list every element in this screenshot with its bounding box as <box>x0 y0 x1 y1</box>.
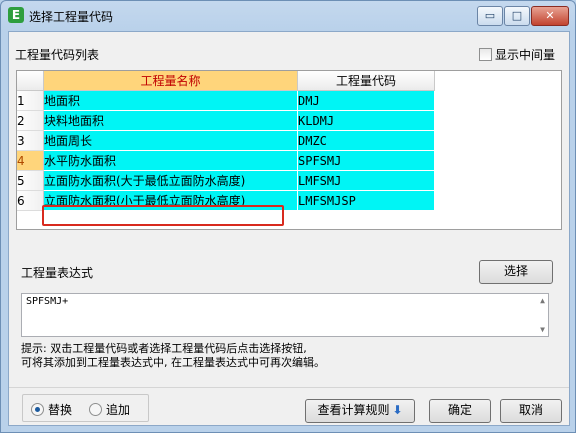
quantity-code-grid[interactable]: 工程量名称 工程量代码 1 地面积 DMJ 2 块料地面积 KLDMJ 3 地面周长 DMZC 4… <box>16 70 562 230</box>
quantity-name-cell[interactable]: 立面防水面积(小于最低立面防水高度) <box>43 190 298 211</box>
cancel-button[interactable]: 取消 <box>500 399 562 423</box>
expression-input[interactable]: SPFSMJ+ ▲ ▼ <box>21 293 549 337</box>
radio-replace[interactable]: 替换 <box>31 401 72 418</box>
app-icon: E <box>8 7 24 23</box>
table-row[interactable]: 3 地面周长 DMZC <box>17 130 435 151</box>
radio-append-label: 追加 <box>106 403 131 417</box>
row-number[interactable]: 5 <box>17 170 44 191</box>
show-intermediate-checkbox[interactable]: 显示中间量 <box>479 46 555 63</box>
window-title: 选择工程量代码 <box>29 10 114 24</box>
table-row[interactable]: 4 水平防水面积 SPFSMJ <box>17 150 435 171</box>
dialog-window: E 选择工程量代码 ▭ □ ✕ 工程量代码列表 显示中间量 工程量名称 工程量代… <box>0 0 576 433</box>
quantity-name-cell[interactable]: 立面防水面积(大于最低立面防水高度) <box>43 170 298 191</box>
hint-line-1: 提示: 双击工程量代码或者选择工程量代码后点击选择按钮, <box>21 342 307 355</box>
row-number[interactable]: 6 <box>17 190 44 211</box>
row-number[interactable]: 1 <box>17 90 44 111</box>
table-row[interactable]: 5 立面防水面积(大于最低立面防水高度) LMFSMJ <box>17 170 435 191</box>
show-intermediate-label: 显示中间量 <box>495 48 556 62</box>
view-rules-label: 查看计算规则 <box>317 403 390 417</box>
column-header-code[interactable]: 工程量代码 <box>297 71 435 91</box>
minimize-button[interactable]: ▭ <box>477 6 503 26</box>
quantity-code-cell[interactable]: LMFSMJ <box>297 170 435 191</box>
grid-corner <box>17 71 44 91</box>
hint-line-2: 可将其添加到工程量表达式中, 在工程量表达式中可再次编辑。 <box>21 356 325 369</box>
close-button[interactable]: ✕ <box>531 6 569 26</box>
quantity-code-cell[interactable]: KLDMJ <box>297 110 435 131</box>
arrow-down-icon: ⬇ <box>392 403 403 417</box>
checkbox-box[interactable] <box>479 48 492 61</box>
column-header-name[interactable]: 工程量名称 <box>43 71 298 91</box>
select-button[interactable]: 选择 <box>479 260 553 284</box>
quantity-code-cell[interactable]: SPFSMJ <box>297 150 435 171</box>
radio-replace-label: 替换 <box>48 403 73 417</box>
radio-replace-dot[interactable] <box>31 403 44 416</box>
table-row[interactable]: 6 立面防水面积(小于最低立面防水高度) LMFSMJSP <box>17 190 435 211</box>
mode-radio-group: 替换 追加 <box>22 394 149 422</box>
divider <box>9 387 569 388</box>
hint-text: 提示: 双击工程量代码或者选择工程量代码后点击选择按钮, 可将其添加到工程量表达… <box>21 342 561 370</box>
grid-table: 工程量名称 工程量代码 1 地面积 DMJ 2 块料地面积 KLDMJ 3 地面周长 DMZC 4… <box>17 71 435 211</box>
row-number[interactable]: 4 <box>17 150 44 171</box>
quantity-name-cell[interactable]: 地面积 <box>43 90 298 111</box>
radio-append-dot[interactable] <box>89 403 102 416</box>
list-label: 工程量代码列表 <box>15 48 100 62</box>
row-number[interactable]: 2 <box>17 110 44 131</box>
ok-button[interactable]: 确定 <box>429 399 491 423</box>
title-bar[interactable]: E 选择工程量代码 ▭ □ ✕ <box>1 1 575 31</box>
row-number[interactable]: 3 <box>17 130 44 151</box>
quantity-code-cell[interactable]: DMZC <box>297 130 435 151</box>
table-row[interactable]: 1 地面积 DMJ <box>17 90 435 111</box>
expression-label: 工程量表达式 <box>21 266 94 280</box>
radio-append[interactable]: 追加 <box>89 401 130 418</box>
scroll-down-icon[interactable]: ▼ <box>540 325 545 334</box>
scroll-up-icon[interactable]: ▲ <box>540 296 545 305</box>
table-row[interactable]: 2 块料地面积 KLDMJ <box>17 110 435 131</box>
dialog-client-area: 工程量代码列表 显示中间量 工程量名称 工程量代码 1 地面积 DMJ 2 块料地面积 K… <box>8 31 570 426</box>
quantity-code-cell[interactable]: LMFSMJSP <box>297 190 435 211</box>
quantity-name-cell[interactable]: 水平防水面积 <box>43 150 298 171</box>
maximize-button[interactable]: □ <box>504 6 530 26</box>
expression-value: SPFSMJ+ <box>26 296 69 307</box>
quantity-name-cell[interactable]: 地面周长 <box>43 130 298 151</box>
quantity-name-cell[interactable]: 块料地面积 <box>43 110 298 131</box>
view-rules-button[interactable]: 查看计算规则 ⬇ <box>305 399 415 423</box>
quantity-code-cell[interactable]: DMJ <box>297 90 435 111</box>
